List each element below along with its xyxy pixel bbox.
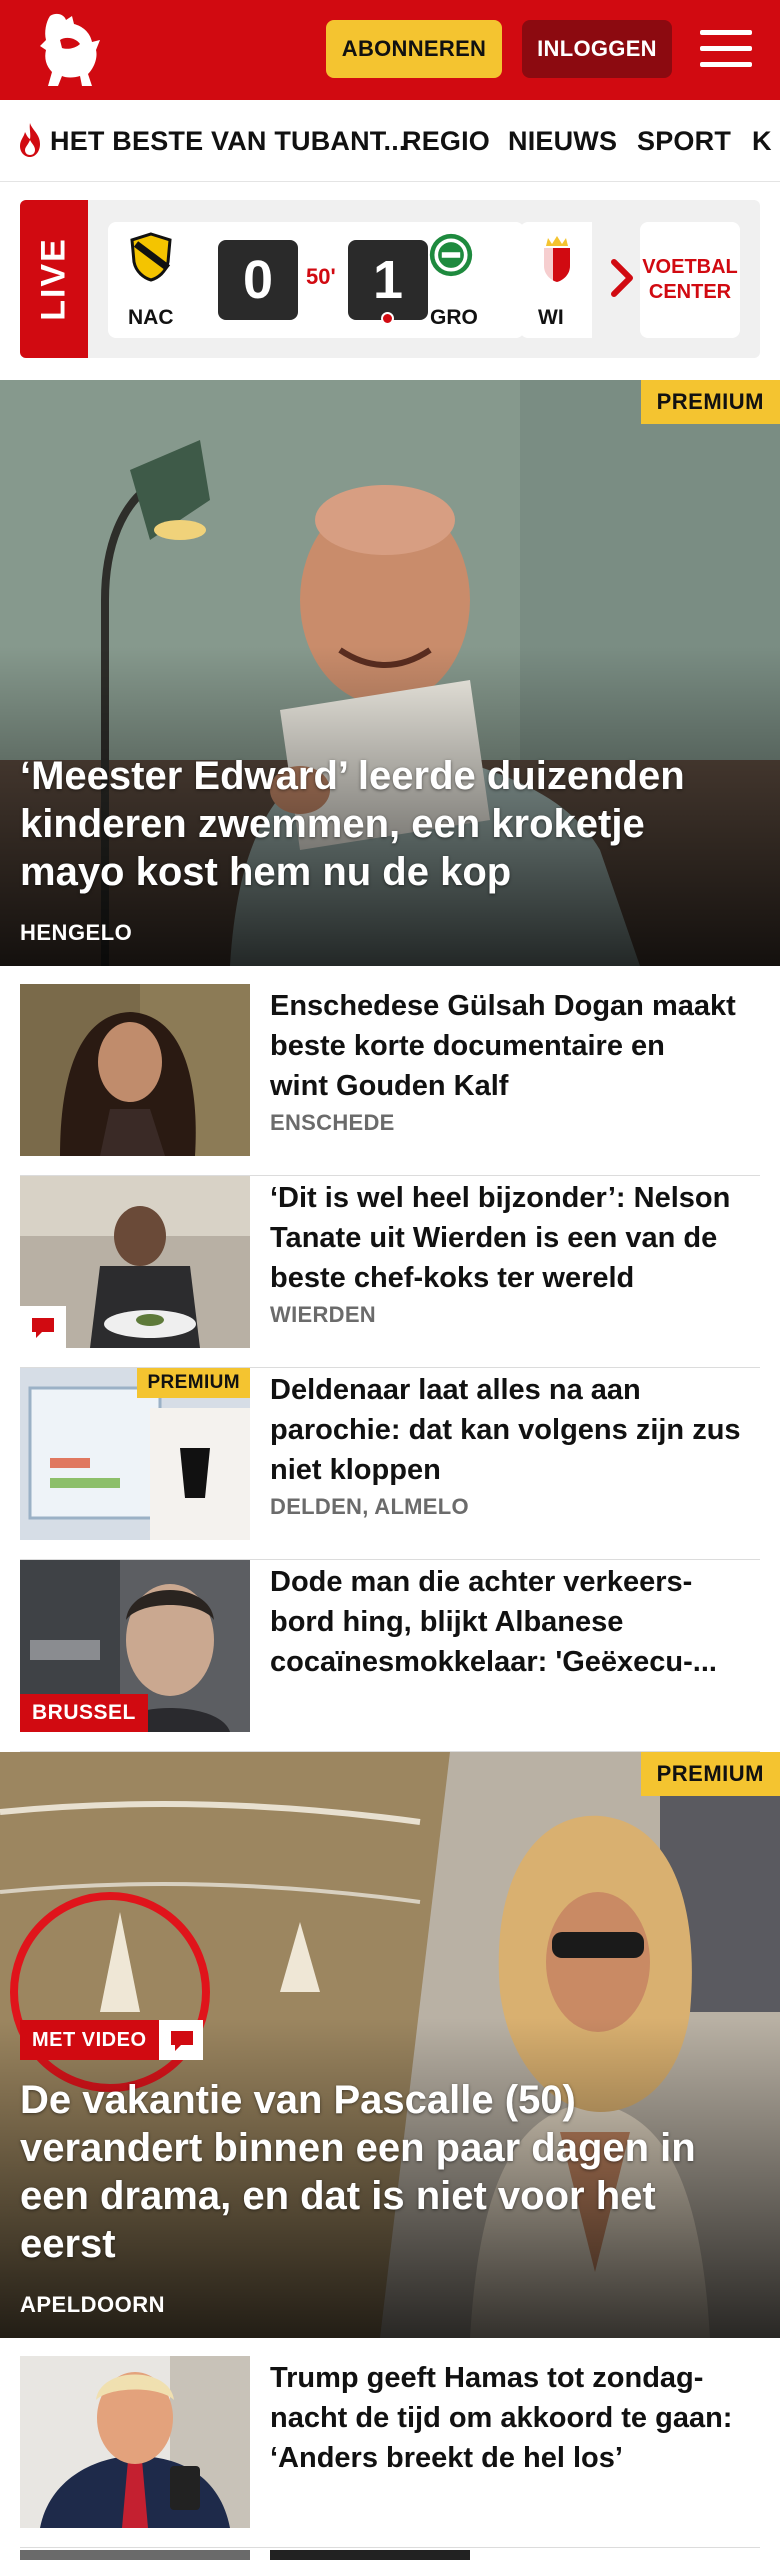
- groningen-team-logo-icon: [429, 233, 473, 277]
- article-title-line: Tanate uit Wierden is een van de: [270, 1222, 718, 1254]
- article-thumbnail: BRUSSEL: [20, 1560, 250, 1732]
- hero-title-line: ‘Meester Edward’ leerde duizenden: [20, 754, 685, 798]
- comments-indicator: [20, 1306, 66, 1348]
- article-thumbnail: [20, 984, 250, 1156]
- nac-team-logo-icon: [130, 232, 172, 282]
- hamburger-menu-icon[interactable]: [700, 26, 752, 70]
- featured-location: APELDOORN: [20, 2292, 166, 2317]
- list-item[interactable]: ‘Dit is wel heel bijzonder’: Nelson Tana…: [20, 1176, 760, 1368]
- match-card[interactable]: NAC 0 50' 1 GRO: [108, 222, 524, 338]
- list-item[interactable]: Enschedese Gülsah Dogan maakt beste kort…: [20, 984, 760, 1176]
- article-title-line: Deldenaar laat alles na aan: [270, 1374, 641, 1406]
- article-title-line: cocaïnesmokkelaar: 'Geëxecu-...: [270, 1646, 717, 1678]
- next-team-code: WI: [538, 306, 564, 329]
- article-title[interactable]: Deldenaar laat alles na aan parochie: da…: [270, 1370, 760, 1490]
- chevron-right-icon[interactable]: [610, 258, 636, 298]
- tubantia-horse-logo-icon[interactable]: [36, 10, 106, 90]
- article-location: WIERDEN: [270, 1302, 376, 1327]
- away-score: 1: [348, 240, 428, 320]
- flame-icon: [20, 123, 40, 157]
- video-badge: MET VIDEO: [20, 2020, 203, 2060]
- article-thumbnail: PREMIUM: [20, 1368, 250, 1540]
- featured-title-line: een drama, en dat is niet voor het: [20, 2174, 656, 2218]
- hero-title-line: kinderen zwemmen, een kroketje: [20, 802, 645, 846]
- article-location: ENSCHEDE: [270, 1110, 395, 1135]
- featured-title-line: eerst: [20, 2222, 116, 2266]
- login-button[interactable]: INLOGGEN: [522, 20, 672, 78]
- article-location: DELDEN, ALMELO: [270, 1494, 469, 1519]
- article-title-line: beste korte documentaire en: [270, 1030, 665, 1062]
- featured-title-line: De vakantie van Pascalle (50): [20, 2078, 576, 2122]
- subscribe-button[interactable]: ABONNEREN: [326, 20, 502, 78]
- home-team-code: NAC: [128, 306, 174, 329]
- nav-item-regio[interactable]: REGIO: [402, 126, 490, 157]
- featured-article[interactable]: PREMIUM MET VIDEO De vakantie van Pascal…: [0, 1752, 780, 2338]
- article-title-line: bord hing, blijkt Albanese: [270, 1606, 624, 1638]
- featured-title[interactable]: De vakantie van Pascalle (50) verandert …: [20, 2076, 740, 2268]
- top-header: ABONNEREN INLOGGEN: [0, 0, 780, 100]
- next-article-title-partial: [270, 2550, 470, 2560]
- article-title-line: niet kloppen: [270, 1454, 441, 1486]
- comment-icon: [170, 2031, 193, 2051]
- next-match-card[interactable]: WI: [520, 222, 592, 338]
- section-nav: HET BESTE VAN TUBANT... REGIO NIEUWS SPO…: [0, 100, 780, 182]
- nav-item-best-of-tubantia[interactable]: HET BESTE VAN TUBANT...: [50, 126, 407, 157]
- premium-badge: PREMIUM: [640, 380, 780, 424]
- voetbal-center-button[interactable]: VOETBAL CENTER: [640, 222, 740, 338]
- article-thumbnail: [20, 2356, 250, 2528]
- article-title-line: wint Gouden Kalf: [270, 1070, 509, 1102]
- article-title[interactable]: Dode man die achter verkeers- bord hing,…: [270, 1562, 760, 1682]
- live-scores-widget: LIVE NAC 0 50' 1 GRO WI VOETBAL CENTER: [20, 200, 760, 358]
- live-label: LIVE: [34, 237, 73, 321]
- premium-badge: PREMIUM: [640, 1752, 780, 1796]
- article-title[interactable]: ‘Dit is wel heel bijzonder’: Nelson Tana…: [270, 1178, 760, 1298]
- list-item[interactable]: BRUSSEL Dode man die achter verkeers- bo…: [20, 1560, 760, 1752]
- premium-badge: PREMIUM: [137, 1368, 250, 1398]
- nav-item-more[interactable]: K: [752, 126, 772, 157]
- match-minute: 50': [306, 264, 336, 289]
- recent-goal-indicator: [381, 312, 394, 325]
- article-title-line: beste chef-koks ter wereld: [270, 1262, 635, 1294]
- video-label: MET VIDEO: [20, 2020, 159, 2060]
- hero-title[interactable]: ‘Meester Edward’ leerde duizenden kinder…: [20, 752, 740, 896]
- next-article-thumbnail-partial: [20, 2550, 250, 2560]
- hero-article[interactable]: PREMIUM ‘Meester Edward’ leerde duizende…: [0, 380, 780, 966]
- nav-item-sport[interactable]: SPORT: [637, 126, 731, 157]
- hero-title-line: mayo kost hem nu de kop: [20, 850, 512, 894]
- away-team-code: GRO: [430, 306, 478, 329]
- home-score: 0: [218, 240, 298, 320]
- featured-title-line: verandert binnen een paar dagen in: [20, 2126, 696, 2170]
- article-title-line: nacht de tijd om akkoord te gaan:: [270, 2402, 733, 2434]
- article-title-line: ‘Anders breekt de hel los’: [270, 2442, 623, 2474]
- hero-location: HENGELO: [20, 920, 133, 945]
- location-badge: BRUSSEL: [20, 1694, 148, 1732]
- list-item[interactable]: PREMIUM Deldenaar laat alles na aan paro…: [20, 1368, 760, 1560]
- article-title-line: Trump geeft Hamas tot zondag-: [270, 2362, 704, 2394]
- article-title[interactable]: Enschedese Gülsah Dogan maakt beste kort…: [270, 986, 760, 1106]
- willem-ii-team-logo-icon: [544, 236, 570, 282]
- nav-item-nieuws[interactable]: NIEUWS: [508, 126, 617, 157]
- list-item[interactable]: Trump geeft Hamas tot zondag- nacht de t…: [20, 2356, 760, 2548]
- article-title-line: Dode man die achter verkeers-: [270, 1566, 693, 1598]
- comment-icon: [32, 1318, 54, 1338]
- article-title[interactable]: Trump geeft Hamas tot zondag- nacht de t…: [270, 2358, 760, 2478]
- article-title-line: Enschedese Gülsah Dogan maakt: [270, 990, 736, 1022]
- article-title-line: ‘Dit is wel heel bijzonder’: Nelson: [270, 1182, 731, 1214]
- article-title-line: parochie: dat kan volgens zijn zus: [270, 1414, 741, 1446]
- live-tag: LIVE: [20, 200, 88, 358]
- article-thumbnail: [20, 1176, 250, 1348]
- comments-indicator: [158, 2020, 203, 2060]
